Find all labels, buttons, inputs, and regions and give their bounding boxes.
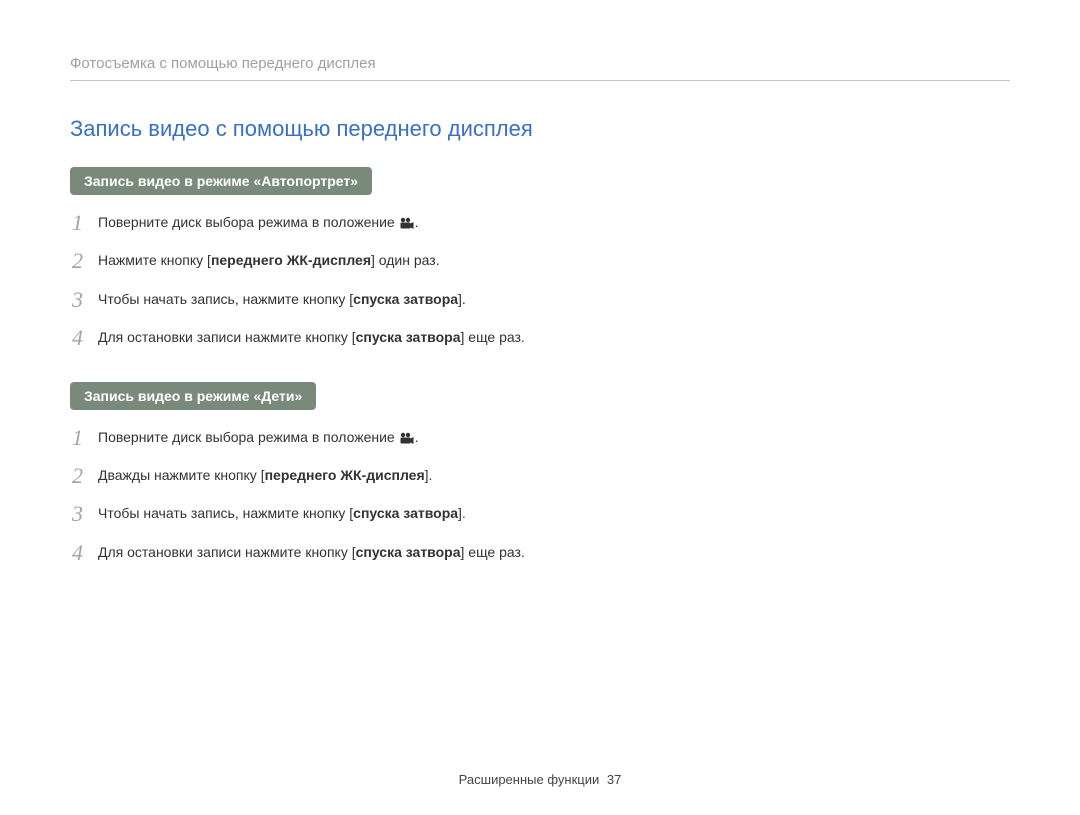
step-post: ]. (458, 291, 466, 307)
step-row: 2 Дважды нажмите кнопку [переднего ЖК-ди… (72, 463, 1010, 489)
step-text: Для остановки записи нажмите кнопку [спу… (98, 325, 525, 348)
step-post: ]. (425, 467, 433, 483)
step-post: . (415, 214, 419, 230)
step-text: Чтобы начать запись, нажмите кнопку [спу… (98, 287, 466, 310)
step-row: 4 Для остановки записи нажмите кнопку [с… (72, 540, 1010, 566)
section-title: Запись видео с помощью переднего дисплея (70, 116, 1010, 142)
step-text: Для остановки записи нажмите кнопку [спу… (98, 540, 525, 563)
step-post: ] еще раз. (461, 329, 525, 345)
step-bold: спуска затвора (356, 329, 461, 345)
step-pre: Поверните диск выбора режима в положение (98, 429, 399, 445)
footer-label: Расширенные функции (459, 772, 600, 787)
step-pre: Для остановки записи нажмите кнопку [ (98, 329, 356, 345)
step-row: 3 Чтобы начать запись, нажмите кнопку [с… (72, 501, 1010, 527)
step-pre: Поверните диск выбора режима в положение (98, 214, 399, 230)
step-bold: переднего ЖК-дисплея (265, 467, 425, 483)
step-post: . (415, 429, 419, 445)
block-children: Запись видео в режиме «Дети» 1 Поверните… (70, 382, 1010, 567)
step-text: Чтобы начать запись, нажмите кнопку [спу… (98, 501, 466, 524)
step-number: 2 (72, 248, 98, 274)
step-bold: спуска затвора (356, 544, 461, 560)
step-pre: Дважды нажмите кнопку [ (98, 467, 265, 483)
step-pre: Нажмите кнопку [ (98, 252, 211, 268)
step-number: 1 (72, 425, 98, 451)
step-post: ] один раз. (371, 252, 440, 268)
step-number: 1 (72, 210, 98, 236)
step-row: 3 Чтобы начать запись, нажмите кнопку [с… (72, 287, 1010, 313)
step-pre: Чтобы начать запись, нажмите кнопку [ (98, 291, 353, 307)
step-bold: переднего ЖК-дисплея (211, 252, 371, 268)
step-post: ]. (458, 505, 466, 521)
subheading-selfie: Запись видео в режиме «Автопортрет» (70, 167, 372, 195)
step-row: 4 Для остановки записи нажмите кнопку [с… (72, 325, 1010, 351)
videocam-icon (400, 429, 414, 450)
subheading-children: Запись видео в режиме «Дети» (70, 382, 316, 410)
step-text: Нажмите кнопку [переднего ЖК-дисплея] од… (98, 248, 440, 271)
block-selfie: Запись видео в режиме «Автопортрет» 1 По… (70, 167, 1010, 352)
step-post: ] еще раз. (461, 544, 525, 560)
step-bold: спуска затвора (353, 505, 458, 521)
step-number: 3 (72, 287, 98, 313)
step-row: 1 Поверните диск выбора режима в положен… (72, 210, 1010, 236)
videocam-icon (400, 214, 414, 235)
step-pre: Чтобы начать запись, нажмите кнопку [ (98, 505, 353, 521)
step-text: Поверните диск выбора режима в положение… (98, 210, 418, 235)
page-footer: Расширенные функции 37 (0, 772, 1080, 787)
step-number: 2 (72, 463, 98, 489)
step-row: 1 Поверните диск выбора режима в положен… (72, 425, 1010, 451)
step-number: 4 (72, 325, 98, 351)
step-row: 2 Нажмите кнопку [переднего ЖК-дисплея] … (72, 248, 1010, 274)
footer-page-number: 37 (607, 772, 621, 787)
steps-children: 1 Поверните диск выбора режима в положен… (70, 425, 1010, 567)
step-bold: спуска затвора (353, 291, 458, 307)
steps-selfie: 1 Поверните диск выбора режима в положен… (70, 210, 1010, 352)
step-number: 4 (72, 540, 98, 566)
step-number: 3 (72, 501, 98, 527)
step-text: Дважды нажмите кнопку [переднего ЖК-дисп… (98, 463, 432, 486)
step-pre: Для остановки записи нажмите кнопку [ (98, 544, 356, 560)
step-text: Поверните диск выбора режима в положение… (98, 425, 418, 450)
breadcrumb: Фотосъемка с помощью переднего дисплея (70, 55, 1010, 81)
